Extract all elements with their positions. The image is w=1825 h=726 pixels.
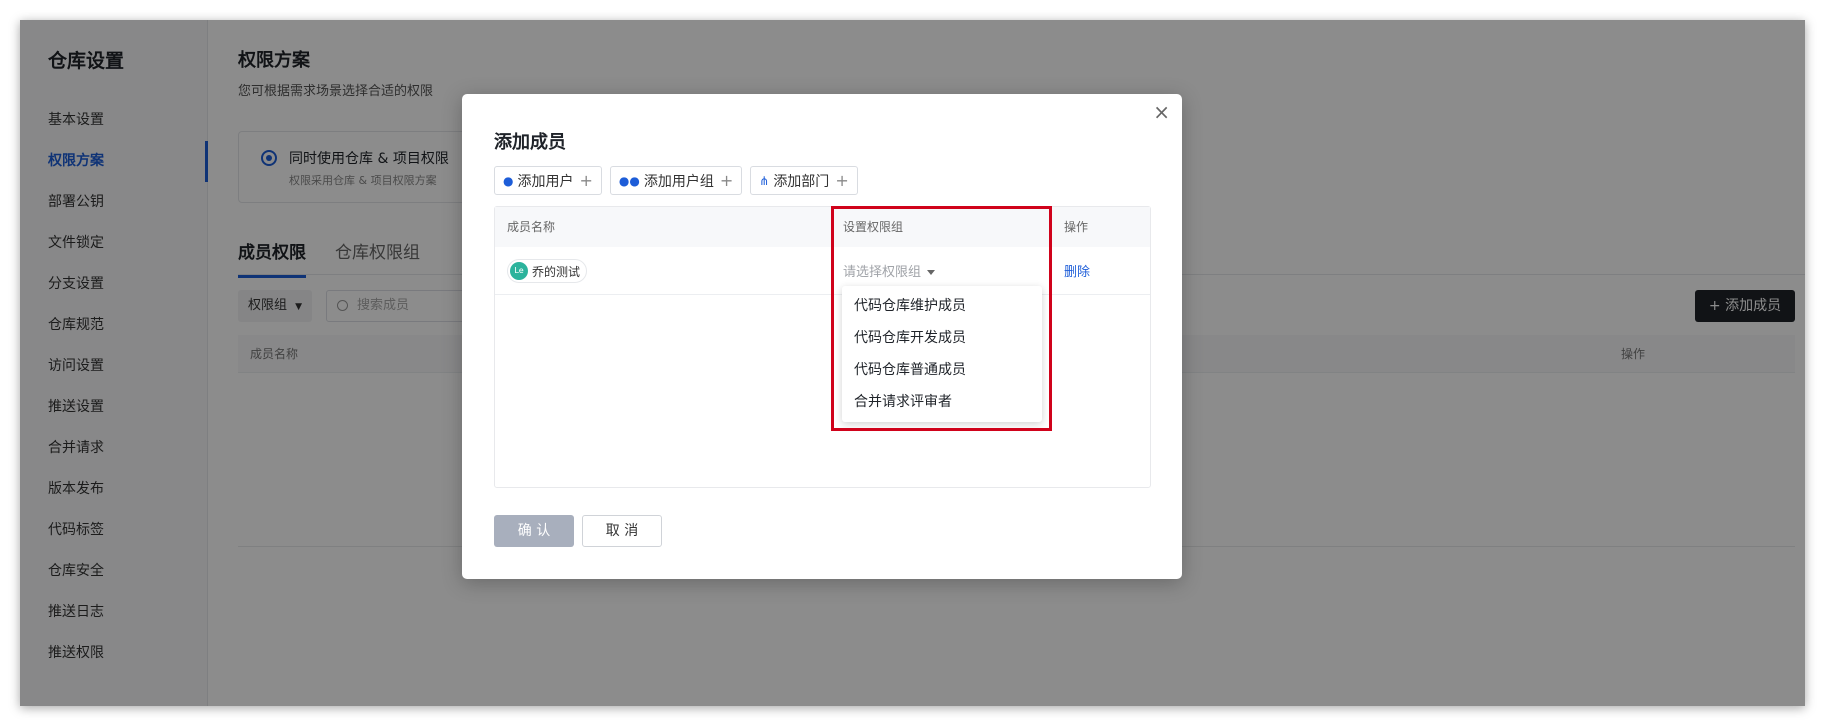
add-user-group-label: 添加用户组: [643, 173, 714, 190]
plus-icon: +: [719, 171, 734, 190]
confirm-button[interactable]: 确 认: [494, 515, 574, 547]
dropdown-option[interactable]: 代码仓库开发成员: [842, 322, 1042, 354]
plus-icon: +: [579, 171, 593, 190]
modal-table-header: 成员名称 设置权限组 操作: [495, 207, 1150, 247]
add-department-label: 添加部门: [773, 173, 830, 190]
avatar: Le: [510, 262, 528, 280]
add-user-group-button[interactable]: ●● 添加用户组 +: [609, 166, 743, 195]
column-permission-group: 设置权限组: [843, 220, 904, 234]
user-icon: ●: [503, 173, 514, 188]
dropdown-option[interactable]: 合并请求评审者: [842, 386, 1042, 418]
app-window: 仓库设置 基本设置 权限方案 部署公钥 文件锁定 分支设置 仓库规范 访问设置 …: [20, 20, 1805, 706]
cancel-button[interactable]: 取 消: [582, 515, 662, 547]
plus-icon: +: [835, 171, 849, 190]
user-group-icon: ●●: [618, 173, 640, 188]
org-tree-icon: ⋔: [759, 173, 770, 188]
modal-member-table: 成员名称 设置权限组 操作 Le 乔的测试 请选择权限组 删除: [494, 206, 1151, 488]
column-member-name: 成员名称: [507, 220, 556, 234]
member-chip: Le 乔的测试: [507, 259, 588, 283]
select-placeholder: 请选择权限组: [843, 265, 922, 280]
add-member-modal: × 添加成员 ● 添加用户 + ●● 添加用户组 + ⋔ 添加部门 + 成员名称…: [462, 94, 1182, 579]
column-action: 操作: [1064, 220, 1089, 234]
dropdown-option[interactable]: 代码仓库普通成员: [842, 354, 1042, 386]
permission-group-dropdown: 代码仓库维护成员 代码仓库开发成员 代码仓库普通成员 合并请求评审者: [842, 286, 1042, 422]
modal-footer: 确 认 取 消: [494, 515, 662, 547]
dropdown-option[interactable]: 代码仓库维护成员: [842, 290, 1042, 322]
close-icon[interactable]: ×: [1153, 100, 1170, 124]
caret-down-icon: [927, 270, 936, 275]
member-name: 乔的测试: [532, 264, 581, 279]
add-department-button[interactable]: ⋔ 添加部门 +: [750, 166, 858, 195]
permission-group-select[interactable]: 请选择权限组: [843, 261, 936, 280]
delete-link[interactable]: 删除: [1064, 261, 1090, 280]
add-user-button[interactable]: ● 添加用户 +: [494, 166, 602, 195]
add-buttons: ● 添加用户 + ●● 添加用户组 + ⋔ 添加部门 +: [494, 166, 858, 195]
table-row: Le 乔的测试 请选择权限组 删除: [495, 247, 1150, 295]
modal-title: 添加成员: [494, 132, 566, 153]
add-user-label: 添加用户: [517, 173, 574, 190]
